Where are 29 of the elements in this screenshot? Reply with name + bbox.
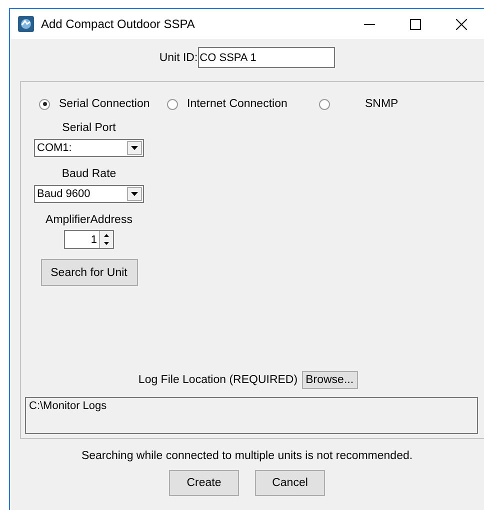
warning-text: Searching while connected to multiple units is not recommended. xyxy=(81,450,413,462)
serial-port-label: Serial Port xyxy=(62,122,116,134)
create-button[interactable]: Create xyxy=(169,470,239,496)
window-title: Add Compact Outdoor SSPA xyxy=(41,17,196,31)
caret-icon xyxy=(131,192,138,196)
log-path-box: C:\Monitor Logs xyxy=(25,397,478,434)
up-arrow-icon xyxy=(104,234,109,237)
unit-id-field[interactable]: CO SSPA 1 xyxy=(198,47,335,68)
radio-button[interactable] xyxy=(167,98,178,110)
maximize-icon xyxy=(410,18,420,30)
search-for-unit-button[interactable]: Search for Unit xyxy=(40,259,138,286)
radio-label: SNMP xyxy=(365,98,398,110)
radio-label: Serial Connection xyxy=(59,98,150,110)
baud-rate-dropdown[interactable]: Baud 9600 xyxy=(34,185,144,203)
radio-button[interactable] xyxy=(39,98,50,110)
down-arrow-icon xyxy=(104,242,109,246)
app-icon xyxy=(18,16,34,32)
radio-label: Internet Connection xyxy=(187,98,288,110)
cancel-button[interactable]: Cancel xyxy=(255,470,325,496)
amplifier-address-label: AmplifierAddress xyxy=(46,214,132,226)
close-icon xyxy=(456,18,466,30)
baud-rate-label: Baud Rate xyxy=(62,168,116,180)
caret-icon xyxy=(131,146,138,150)
browse-button[interactable]: Browse... xyxy=(302,371,358,389)
serial-port-dropdown[interactable]: COM1: xyxy=(34,139,144,157)
unit-id-label: Unit ID: xyxy=(159,52,198,64)
log-file-label: Log File Location (REQUIRED) xyxy=(138,374,298,386)
radio-button[interactable] xyxy=(319,98,330,110)
amplifier-address-spinner[interactable]: 1 xyxy=(64,230,114,249)
